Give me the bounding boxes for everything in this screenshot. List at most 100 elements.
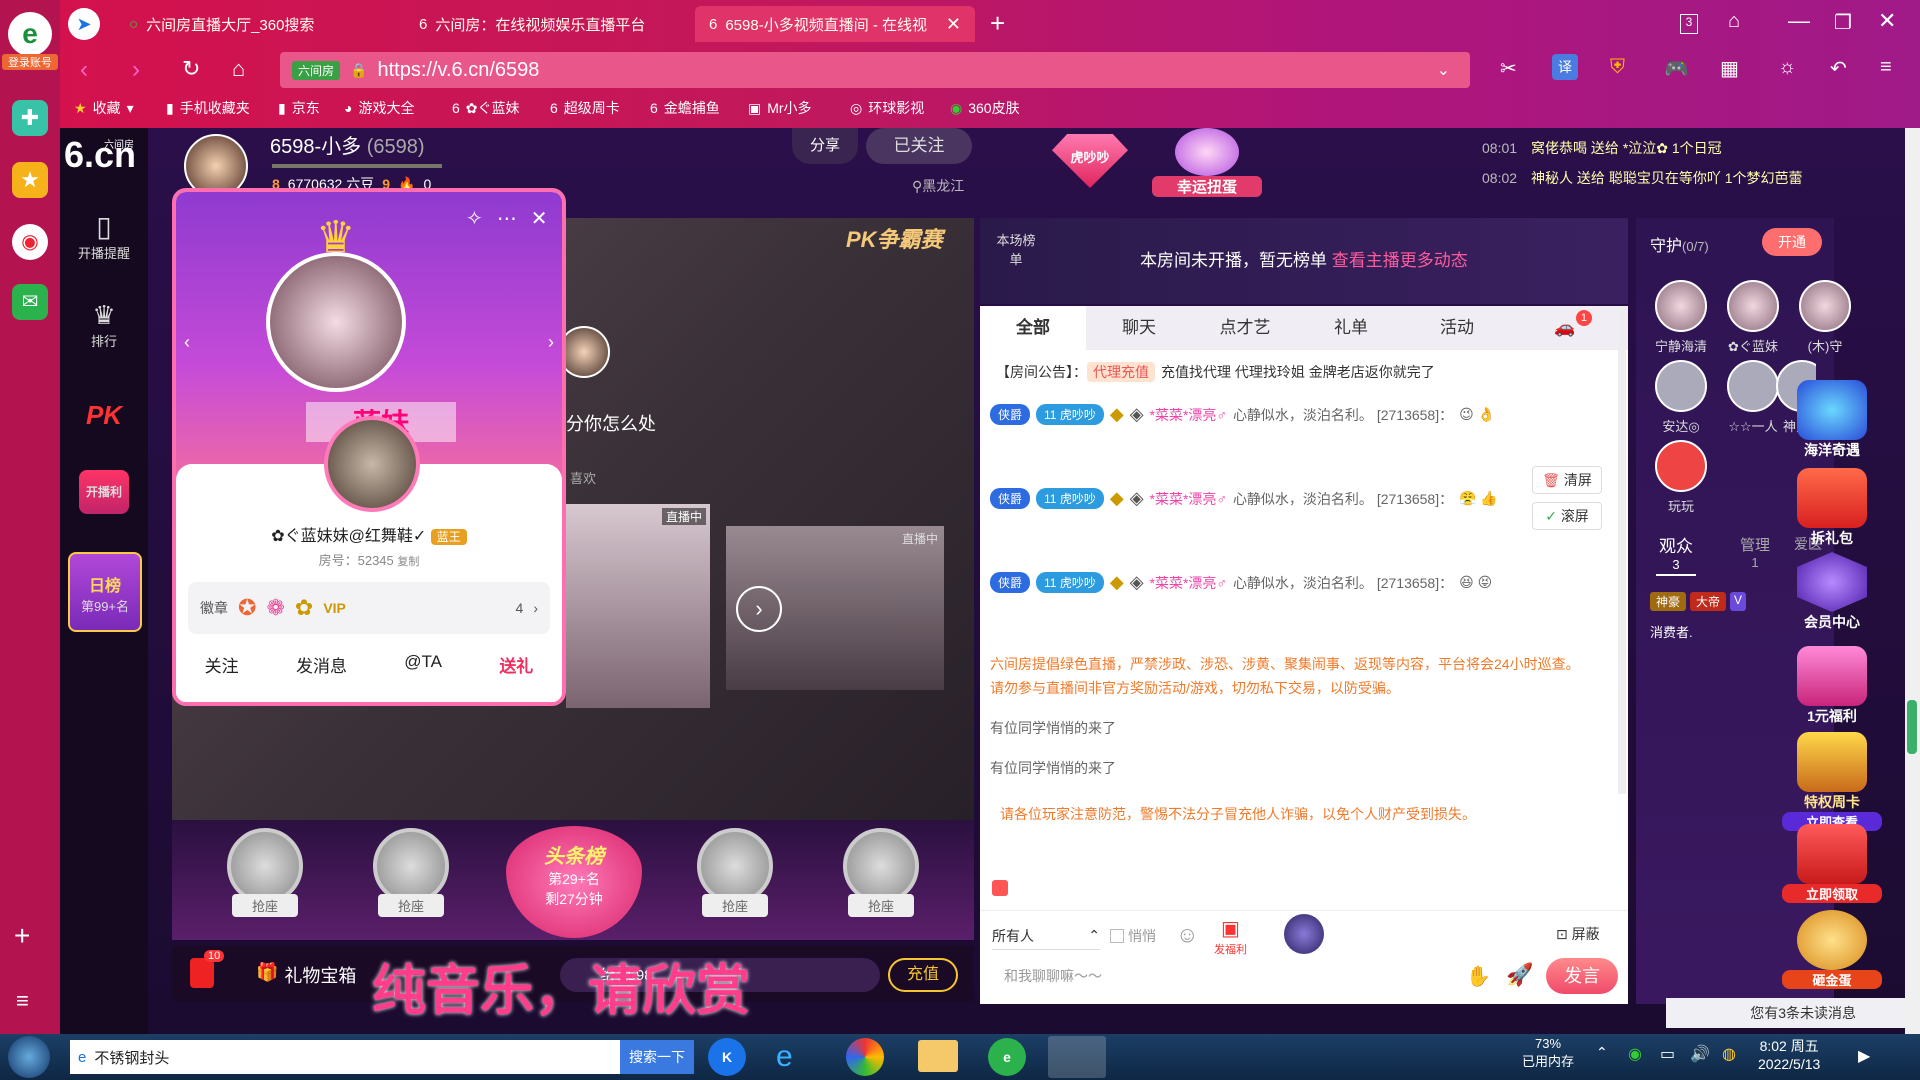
chat-input[interactable]: 和我聊聊嘛～～: [992, 960, 1472, 992]
next-icon[interactable]: ›: [548, 332, 554, 353]
tab-3[interactable]: 6 6598-小多视频直播间 - 在线视 ✕: [695, 6, 975, 42]
clock[interactable]: 8:02 周五 2022/5/13: [1758, 1036, 1820, 1072]
browser-logo-icon[interactable]: e: [8, 12, 52, 56]
chrome-icon[interactable]: [846, 1038, 884, 1076]
address-bar[interactable]: 六间房 🔒 https://v.6.cn/6598 ⌄: [280, 52, 1470, 88]
guard-member[interactable]: ✿ぐ蓝妹: [1718, 280, 1788, 355]
rank-panel-label[interactable]: 本场榜单: [996, 230, 1036, 268]
send-button[interactable]: 发言: [1546, 958, 1618, 994]
chat-scrollbar[interactable]: [1618, 306, 1626, 794]
send-gift-button[interactable]: 送礼: [499, 652, 533, 677]
maximize-icon[interactable]: ❐: [1834, 10, 1852, 35]
grid-icon[interactable]: ▦: [1720, 56, 1739, 81]
folder-icon[interactable]: [918, 1040, 958, 1072]
game-icon[interactable]: 🎮: [1664, 56, 1689, 81]
gift-bag-icon[interactable]: 10: [190, 950, 225, 988]
lucky-gacha[interactable]: 幸运扭蛋: [1152, 128, 1262, 198]
nav-daily-rank[interactable]: 日榜 第99+名: [68, 552, 142, 632]
favorites-icon[interactable]: ★: [12, 162, 48, 198]
viewer-name[interactable]: 消费者.: [1650, 622, 1693, 641]
prev-icon[interactable]: ‹: [184, 332, 190, 353]
close-window-icon[interactable]: ✕: [1878, 8, 1896, 34]
seat-4[interactable]: 抢座: [826, 828, 936, 938]
chat-user[interactable]: *菜菜*漂亮♂: [1150, 489, 1227, 509]
home-icon[interactable]: ⌂: [232, 56, 245, 82]
settings-menu-icon[interactable]: ≡: [1880, 56, 1892, 79]
tab-activity[interactable]: 活动: [1404, 306, 1510, 350]
share-button[interactable]: 分享: [792, 128, 858, 164]
promo-giftpack[interactable]: 拆礼包: [1782, 468, 1882, 548]
nav-rank[interactable]: ♛ 排行: [60, 300, 148, 350]
undo-icon[interactable]: ↶: [1830, 56, 1847, 81]
promo-weekcard[interactable]: 特权周卡 立即查看: [1782, 732, 1882, 831]
nav-pk[interactable]: PK: [60, 400, 148, 431]
seat-1[interactable]: 抢座: [210, 828, 320, 938]
tab-audience[interactable]: 观众 3: [1656, 532, 1696, 576]
back-icon[interactable]: ‹: [80, 56, 88, 84]
magic-wand-icon[interactable]: ✧: [466, 206, 483, 231]
close-icon[interactable]: ✕: [531, 206, 548, 231]
next-icon[interactable]: ›: [736, 586, 782, 632]
treasure-box[interactable]: 🎁 礼物宝箱: [256, 962, 356, 988]
tab-gifts[interactable]: 礼单: [1298, 306, 1404, 350]
bookmark-fish[interactable]: 6 金蟾捕鱼: [650, 98, 720, 118]
report-icon[interactable]: [992, 880, 1008, 896]
tray-360-icon[interactable]: ◉: [1628, 1044, 1642, 1064]
mail-icon[interactable]: ✉: [12, 284, 48, 320]
brightness-icon[interactable]: ☼: [1778, 56, 1796, 79]
bookmark-skin[interactable]: ◉ 360皮肤: [950, 98, 1020, 118]
tab-admin[interactable]: 管理 1: [1740, 534, 1770, 570]
tab-all[interactable]: 全部: [980, 306, 1086, 350]
forward-icon[interactable]: ›: [132, 56, 140, 84]
promo-claim[interactable]: 立即领取: [1782, 824, 1882, 903]
whisper-checkbox[interactable]: 悄悄: [1110, 926, 1156, 946]
guard-member[interactable]: 玩玩: [1646, 440, 1716, 515]
security-tray-icon[interactable]: ◍: [1722, 1044, 1736, 1064]
bookmark-mrxiaoduo[interactable]: ▣ Mr小多: [748, 98, 812, 118]
bookmark-zhouka[interactable]: 6 超级周卡: [550, 98, 620, 118]
close-tab-icon[interactable]: ✕: [946, 14, 961, 35]
network-icon[interactable]: ▭: [1660, 1044, 1675, 1064]
mention-button[interactable]: @TA: [404, 652, 442, 677]
promo-goldegg[interactable]: 砸金蛋: [1782, 910, 1882, 989]
cut-icon[interactable]: ✂: [1500, 56, 1517, 81]
minimize-icon[interactable]: —: [1788, 8, 1810, 34]
promo-ocean[interactable]: 海洋奇遇: [1782, 380, 1882, 460]
scroll-thumb[interactable]: [1907, 700, 1917, 754]
page-scrollbar[interactable]: [1905, 128, 1920, 1034]
volume-icon[interactable]: 🔊: [1690, 1044, 1710, 1064]
fuli-button[interactable]: ▣ 发福利: [1214, 916, 1247, 957]
mic-avatar[interactable]: [1284, 914, 1324, 954]
nav-kaibo[interactable]: 开播利: [60, 470, 148, 514]
bookmark-lanmei[interactable]: 6 ✿ぐ蓝妹: [452, 98, 520, 118]
login-button[interactable]: 登录账号: [2, 54, 58, 70]
guard-member[interactable]: (木)守: [1790, 280, 1860, 355]
copy-button[interactable]: 复制: [397, 556, 419, 568]
scroll-screen-button[interactable]: ✓ 滚屏: [1532, 502, 1602, 530]
ie-taskbar-icon[interactable]: e: [776, 1040, 793, 1074]
memory-indicator[interactable]: 73% 已用内存: [1522, 1036, 1574, 1070]
target-select[interactable]: 所有人 ⌃: [992, 922, 1100, 950]
open-guard-button[interactable]: 开通: [1762, 228, 1822, 256]
add-icon[interactable]: +: [14, 920, 30, 952]
navigate-icon[interactable]: ➤: [68, 8, 100, 40]
menu-icon[interactable]: ≡: [16, 988, 29, 1014]
nav-live-reminder[interactable]: ▯ 开播提醒: [60, 210, 148, 262]
weibo-icon[interactable]: ◉: [12, 224, 48, 260]
seat-2[interactable]: 抢座: [356, 828, 466, 938]
chat-user[interactable]: *菜菜*漂亮♂: [1150, 573, 1227, 593]
search-button[interactable]: 搜索一下: [620, 1040, 694, 1074]
host-dynamics-link[interactable]: 查看主播更多动态: [1332, 251, 1468, 270]
chat-message[interactable]: 侠爵 11 虎吵吵 ◆ ◈ *菜菜*漂亮♂ 心静似水，淡泊名利。 [271365…: [990, 404, 1495, 425]
guard-member[interactable]: 安达◎: [1646, 360, 1716, 435]
bookmark-huanqiu[interactable]: ◎ 环球影视: [850, 98, 924, 118]
car-tab[interactable]: 🚗 1: [1510, 306, 1620, 350]
plugin-icon[interactable]: ✚: [12, 100, 48, 136]
browser-360-icon[interactable]: e: [988, 1038, 1026, 1076]
followed-button[interactable]: 已关注: [866, 128, 972, 164]
shirt-icon[interactable]: ⌂: [1728, 10, 1740, 33]
emoji-icon[interactable]: ☺: [1176, 922, 1198, 948]
tab-chat[interactable]: 聊天: [1086, 306, 1192, 350]
active-app-icon[interactable]: [1048, 1036, 1106, 1078]
recommend-thumb[interactable]: 直播中: [566, 504, 710, 708]
